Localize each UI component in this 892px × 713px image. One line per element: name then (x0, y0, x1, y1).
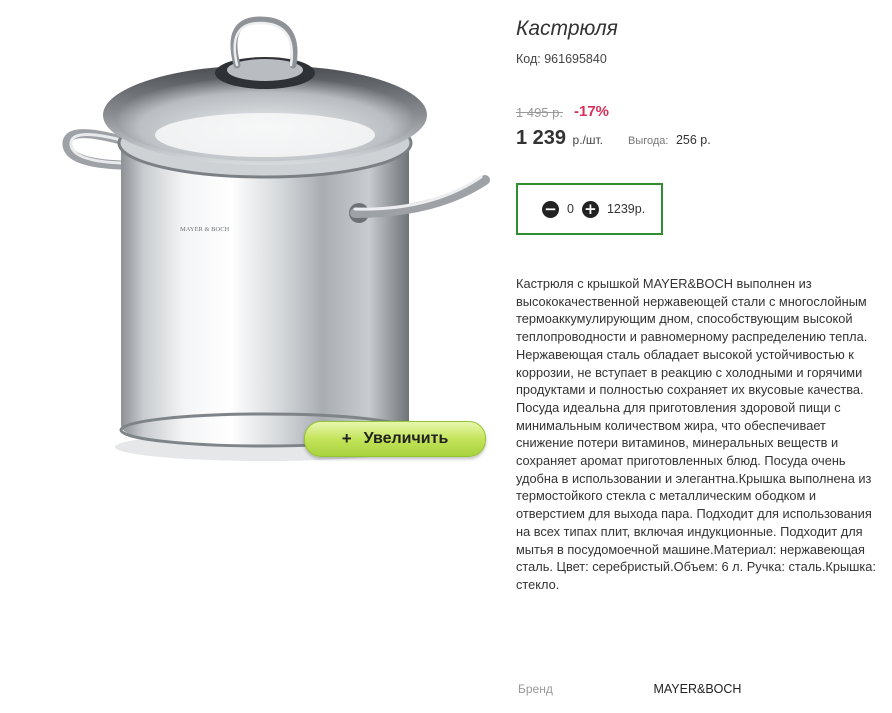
brand-row: Бренд MAYER&BOCH (518, 680, 741, 698)
zoom-button[interactable]: + Увеличить (304, 421, 486, 457)
plus-icon[interactable]: + (581, 200, 599, 218)
current-price: 1 239 (516, 127, 567, 149)
old-price: 1 495 р. (516, 105, 563, 120)
discount-badge: -17% (574, 103, 610, 120)
quantity-value[interactable]: 0 (567, 202, 574, 216)
pot-engraving: MAYER & BOCH (180, 226, 230, 233)
product-code: Код: 961695840 (516, 52, 607, 66)
profit-value: 256 р. (675, 133, 711, 147)
zoom-label: Увеличить (363, 430, 449, 447)
brand-value[interactable]: MAYER&BOCH (653, 682, 741, 696)
profit: Выгода: 256 р. (628, 133, 711, 147)
product-title: Кастрюля (516, 17, 618, 40)
cart-sum: 1239р. (606, 202, 646, 216)
brand-label: Бренд (518, 682, 553, 696)
product-image-area: MAYER & BOCH + Увеличить (0, 0, 500, 470)
price-unit: р./шт. (572, 133, 603, 147)
profit-label: Выгода: (628, 135, 669, 147)
product-image[interactable]: MAYER & BOCH (55, 15, 495, 465)
product-code-label: Код: (516, 52, 541, 66)
zoom-plus-icon: + (341, 429, 352, 448)
product-description: Кастрюля с крышкой MAYER&BOCH выполнен и… (516, 276, 876, 592)
cart-quantity-box: − 0 + 1239р. (516, 183, 663, 235)
minus-icon[interactable]: − (542, 200, 559, 218)
product-code-value: 961695840 (544, 52, 607, 66)
price-row: 1 239 р./шт. (516, 127, 603, 150)
